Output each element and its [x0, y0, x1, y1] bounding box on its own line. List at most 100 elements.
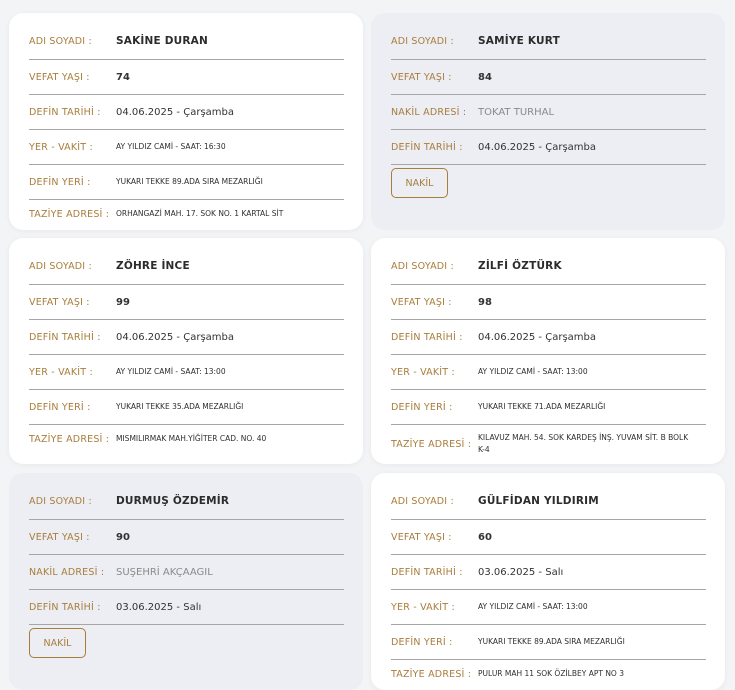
age-row: VEFAT YAŞI : 90 [29, 520, 344, 555]
name-label: ADI SOYADI : [29, 495, 92, 507]
burial-date-value: 04.06.2025 - Çarşamba [116, 106, 234, 118]
place-time-label: YER - VAKİT : [391, 366, 455, 378]
condolence-value: ORHANGAZİ MAH. 17. SOK NO. 1 KARTAL SİT [116, 209, 284, 218]
burial-date-label: DEFİN TARİHİ : [391, 566, 463, 578]
obituary-card-2: ADI SOYADI : SAMİYE KURT VEFAT YAŞI : 84 N… [371, 13, 725, 230]
place-time-label: YER - VAKİT : [29, 366, 93, 378]
burial-place-value: YUKARI TEKKE 71.ADA MEZARLIĞI [478, 402, 606, 411]
condolence-value: MISMILIRMAK MAH.YİĞİTER CAD. NO. 40 [116, 434, 267, 443]
condolence-value: PULUR MAH 11 SOK ÖZİLBEY APT NO 3 [478, 669, 624, 678]
condolence-row: TAZİYE ADRESİ : KILAVUZ MAH. 54. SOK KARD… [391, 425, 706, 463]
age-label: VEFAT YAŞI : [29, 71, 90, 83]
age-value: 74 [116, 71, 130, 83]
deceased-name: SAKİNE DURAN [116, 35, 208, 47]
age-value: 60 [478, 531, 492, 543]
burial-place-row: DEFİN YERİ : YUKARI TEKKE 89.ADA SIRA MEZ… [29, 165, 344, 200]
age-value: 84 [478, 71, 492, 83]
obituary-card-4: ADI SOYADI : ZİLFİ ÖZTÜRK VEFAT YAŞI :98 … [371, 238, 725, 464]
place-time-value: AY YILDIZ CAMİ - SAAT: 13:00 [116, 367, 226, 376]
burial-date-value: 03.06.2025 - Salı [478, 566, 564, 578]
burial-date-label: DEFİN TARİHİ : [391, 141, 463, 153]
age-label: VEFAT YAŞI : [391, 296, 452, 308]
place-time-label: YER - VAKİT : [391, 601, 455, 613]
obituary-card-6: ADI SOYADI : GÜLFİDAN YILDIRIM VEFAT YAŞI… [371, 473, 725, 690]
burial-place-label: DEFİN YERİ : [29, 176, 91, 188]
deceased-name: DURMUŞ ÖZDEMİR [116, 495, 230, 507]
name-row: ADI SOYADI : DURMUŞ ÖZDEMİR [29, 483, 344, 520]
burial-date-row: DEFİN TARİHİ : 03.06.2025 - Salı [391, 555, 706, 590]
burial-place-value: YUKARI TEKKE 89.ADA SIRA MEZARLIĞI [116, 177, 263, 186]
burial-date-row: DEFİN TARİHİ : 03.06.2025 - Salı [29, 590, 344, 625]
condolence-label: TAZİYE ADRESİ : [391, 668, 472, 680]
transfer-label: NAKİL ADRESİ : [391, 106, 467, 118]
age-value: 98 [478, 296, 492, 308]
burial-date-row: DEFİN TARİHİ : 04.06.2025 - Çarşamba [29, 95, 344, 130]
transfer-row: NAKİL ADRESİ : SUŞEHRİ AKÇAAGIL [29, 555, 344, 590]
burial-place-label: DEFİN YERİ : [391, 401, 453, 413]
age-value: 90 [116, 531, 130, 543]
burial-place-label: DEFİN YERİ : [391, 636, 453, 648]
transfer-label: NAKİL ADRESİ : [29, 566, 105, 578]
burial-date-row: DEFİN TARİHİ : 04.06.2025 - Çarşamba [391, 320, 706, 355]
burial-date-row: DEFİN TARİHİ : 04.06.2025 - Çarşamba [29, 320, 344, 355]
condolence-label: TAZİYE ADRESİ : [29, 433, 110, 445]
burial-place-row: DEFİN YERİ : YUKARI TEKKE 35.ADA MEZARLIĞ… [29, 390, 344, 425]
deceased-name: ZİLFİ ÖZTÜRK [478, 260, 562, 272]
name-label: ADI SOYADI : [391, 260, 454, 272]
deceased-name: ZÖHRE İNCE [116, 260, 190, 272]
place-time-row: YER - VAKİT : AY YILDIZ CAMİ - SAAT: 16:3… [29, 130, 344, 165]
burial-date-row: DEFİN TARİHİ : 04.06.2025 - Çarşamba [391, 130, 706, 165]
place-time-row: YER - VAKİT : AY YILDIZ CAMİ - SAAT: 13:0… [29, 355, 344, 390]
obituary-card-5: ADI SOYADI : DURMUŞ ÖZDEMİR VEFAT YAŞI : 9… [9, 473, 363, 690]
burial-date-label: DEFİN TARİHİ : [29, 106, 101, 118]
obituary-card-1: ADI SOYADI : SAKİNE DURAN VEFAT YAŞI :74 … [9, 13, 363, 230]
age-row: VEFAT YAŞI : 60 [391, 520, 706, 555]
transfer-value: TOKAT TURHAL [478, 106, 555, 118]
burial-date-label: DEFİN TARİHİ : [391, 331, 463, 343]
condolence-label: TAZİYE ADRESİ : [29, 208, 110, 220]
burial-date-value: 04.06.2025 - Çarşamba [478, 331, 596, 343]
deceased-name: GÜLFİDAN YILDIRIM [478, 495, 599, 507]
burial-place-row: DEFİN YERİ : YUKARI TEKKE 89.ADA SIRA MEZ… [391, 625, 706, 660]
name-label: ADI SOYADI : [29, 35, 92, 47]
age-row: VEFAT YAŞI : 74 [29, 60, 344, 95]
name-row: ADI SOYADI : SAMİYE KURT [391, 23, 706, 60]
name-row: ADI SOYADI : GÜLFİDAN YILDIRIM [391, 483, 706, 520]
name-label: ADI SOYADI : [29, 260, 92, 272]
place-time-value: AY YILDIZ CAMİ - SAAT: 13:00 [478, 602, 588, 611]
burial-place-row: DEFİN YERİ : YUKARI TEKKE 71.ADA MEZARLIĞ… [391, 390, 706, 425]
burial-place-label: DEFİN YERİ : [29, 401, 91, 413]
deceased-name: SAMİYE KURT [478, 35, 560, 47]
burial-date-value: 04.06.2025 - Çarşamba [116, 331, 234, 343]
age-row: VEFAT YAŞI : 98 [391, 285, 706, 320]
age-label: VEFAT YAŞI : [391, 71, 452, 83]
place-time-row: YER - VAKİT : AY YILDIZ CAMİ - SAAT: 13:0… [391, 355, 706, 390]
burial-date-label: DEFİN TARİHİ : [29, 331, 101, 343]
name-label: ADI SOYADI : [391, 35, 454, 47]
place-time-value: AY YILDIZ CAMİ - SAAT: 13:00 [478, 367, 588, 376]
age-label: VEFAT YAŞI : [29, 531, 90, 543]
transfer-row: NAKİL ADRESİ : TOKAT TURHAL [391, 95, 706, 130]
condolence-label: TAZİYE ADRESİ : [391, 438, 472, 450]
name-row: ADI SOYADI : ZÖHRE İNCE [29, 248, 344, 285]
age-label: VEFAT YAŞI : [29, 296, 90, 308]
burial-place-value: YUKARI TEKKE 89.ADA SIRA MEZARLIĞI [478, 637, 625, 646]
transfer-value: SUŞEHRİ AKÇAAGIL [116, 566, 213, 578]
name-row: ADI SOYADI : SAKİNE DURAN [29, 23, 344, 60]
place-time-label: YER - VAKİT : [29, 141, 93, 153]
burial-place-value: YUKARI TEKKE 35.ADA MEZARLIĞI [116, 402, 244, 411]
burial-date-value: 03.06.2025 - Salı [116, 601, 202, 613]
name-label: ADI SOYADI : [391, 495, 454, 507]
condolence-row: TAZİYE ADRESİ : ORHANGAZİ MAH. 17. SOK NO… [29, 200, 344, 228]
nakil-button[interactable]: NAKİL [29, 628, 86, 658]
obituary-card-3: ADI SOYADI : ZÖHRE İNCE VEFAT YAŞI : 99 DE… [9, 238, 363, 464]
nakil-button[interactable]: NAKİL [391, 168, 448, 198]
burial-date-label: DEFİN TARİHİ : [29, 601, 101, 613]
condolence-row: TAZİYE ADRESİ : MISMILIRMAK MAH.YİĞİTER C… [29, 425, 344, 453]
age-label: VEFAT YAŞI : [391, 531, 452, 543]
place-time-row: YER - VAKİT : AY YILDIZ CAMİ - SAAT: 13:0… [391, 590, 706, 625]
condolence-row: TAZİYE ADRESİ : PULUR MAH 11 SOK ÖZİLBEY … [391, 660, 706, 688]
age-row: VEFAT YAŞI : 99 [29, 285, 344, 320]
age-row: VEFAT YAŞI : 84 [391, 60, 706, 95]
name-row: ADI SOYADI : ZİLFİ ÖZTÜRK [391, 248, 706, 285]
